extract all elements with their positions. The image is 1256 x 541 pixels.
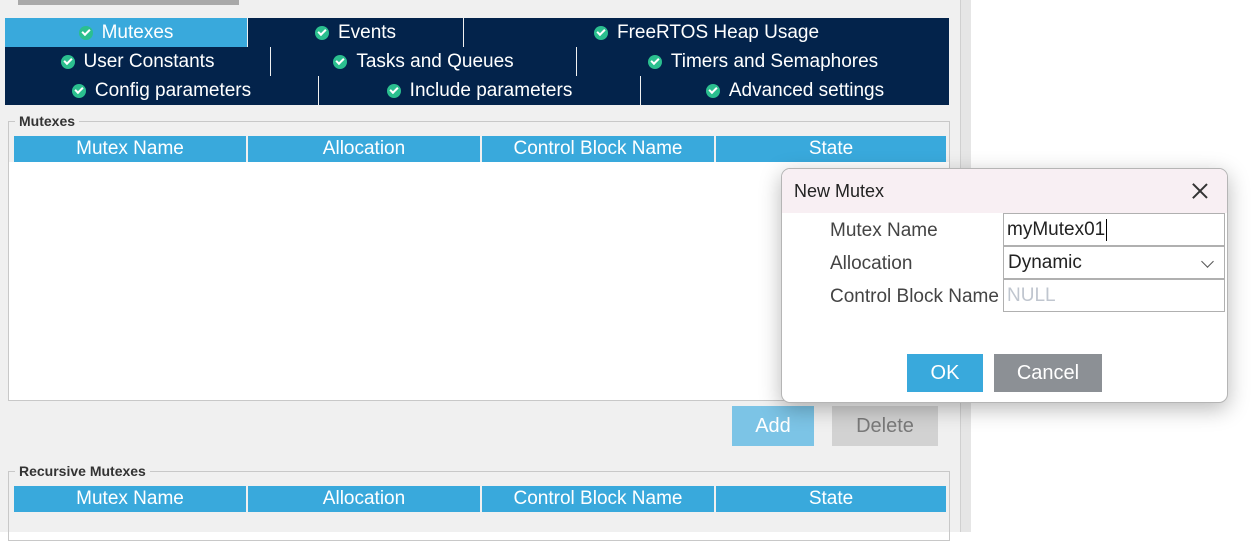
tab-label: Tasks and Queues — [356, 50, 514, 72]
column-header-control-block-name[interactable]: Control Block Name — [482, 136, 716, 162]
check-icon — [647, 54, 662, 69]
top-strip — [18, 0, 239, 5]
column-header-control-block-name[interactable]: Control Block Name — [482, 486, 716, 512]
check-icon — [78, 25, 93, 40]
tab-timers-and-semaphores[interactable]: Timers and Semaphores — [577, 47, 949, 76]
check-icon — [60, 54, 75, 69]
dialog-title: New Mutex — [794, 181, 885, 201]
tab-config-parameters[interactable]: Config parameters — [5, 76, 319, 105]
allocation-select[interactable]: Dynamic — [1003, 246, 1225, 279]
dialog-title-bar[interactable]: New Mutex — [782, 169, 1227, 213]
tab-label: Mutexes — [101, 21, 174, 43]
control-block-name-input[interactable]: NULL — [1003, 279, 1225, 312]
column-header-mutex-name[interactable]: Mutex Name — [14, 486, 248, 512]
recursive-mutexes-group-title: Recursive Mutexes — [15, 463, 150, 479]
column-header-state[interactable]: State — [716, 136, 946, 162]
tab-label: Timers and Semaphores — [670, 50, 879, 72]
tab-row-1: Mutexes Events FreeRTOS Heap Usage — [5, 18, 949, 47]
check-icon — [593, 25, 608, 40]
check-icon — [386, 83, 401, 98]
new-mutex-dialog: New Mutex Mutex Name myMutex01 Allocatio… — [781, 168, 1228, 403]
tab-tasks-and-queues[interactable]: Tasks and Queues — [271, 47, 577, 76]
check-icon — [314, 25, 329, 40]
mutexes-group-title: Mutexes — [15, 113, 80, 129]
control-block-name-placeholder: NULL — [1007, 284, 1056, 306]
ok-button[interactable]: OK — [907, 354, 983, 392]
mutex-name-label: Mutex Name — [830, 220, 938, 241]
add-button[interactable]: Add — [732, 406, 814, 446]
tab-label: Config parameters — [94, 79, 252, 101]
chevron-down-icon — [1201, 255, 1214, 268]
mutex-name-value: myMutex01 — [1007, 218, 1106, 240]
cancel-button[interactable]: Cancel — [994, 354, 1102, 392]
allocation-label: Allocation — [830, 253, 913, 274]
tab-include-parameters[interactable]: Include parameters — [319, 76, 641, 105]
check-icon — [705, 83, 720, 98]
tab-mutexes[interactable]: Mutexes — [5, 18, 248, 47]
tab-user-constants[interactable]: User Constants — [5, 47, 271, 76]
recursive-mutexes-table-header: Mutex Name Allocation Control Block Name… — [14, 486, 946, 512]
column-header-allocation[interactable]: Allocation — [248, 486, 482, 512]
tab-events[interactable]: Events — [248, 18, 464, 47]
mutexes-table-header: Mutex Name Allocation Control Block Name… — [14, 136, 946, 162]
tab-label: Events — [337, 21, 397, 43]
column-header-state[interactable]: State — [716, 486, 946, 512]
tab-advanced-settings[interactable]: Advanced settings — [641, 76, 949, 105]
tab-label: Advanced settings — [728, 79, 885, 101]
tab-row-3: Config parameters Include parameters Adv… — [5, 76, 949, 105]
tab-label: User Constants — [83, 50, 215, 72]
check-icon — [333, 54, 348, 69]
control-block-name-label: Control Block Name — [830, 286, 999, 307]
mutex-name-input[interactable]: myMutex01 — [1003, 213, 1225, 246]
column-header-mutex-name[interactable]: Mutex Name — [14, 136, 248, 162]
text-caret — [1106, 218, 1108, 241]
tab-row-2: User Constants Tasks and Queues Timers a… — [5, 47, 949, 76]
check-icon — [71, 83, 86, 98]
column-header-allocation[interactable]: Allocation — [248, 136, 482, 162]
delete-button[interactable]: Delete — [832, 406, 938, 446]
tab-label: FreeRTOS Heap Usage — [616, 21, 820, 43]
allocation-value: Dynamic — [1008, 251, 1082, 273]
recursive-mutexes-group: Recursive Mutexes Mutex Name Allocation … — [8, 463, 950, 541]
tab-freertos-heap-usage[interactable]: FreeRTOS Heap Usage — [464, 18, 949, 47]
tab-label: Include parameters — [409, 79, 573, 101]
close-icon[interactable] — [1190, 181, 1210, 201]
